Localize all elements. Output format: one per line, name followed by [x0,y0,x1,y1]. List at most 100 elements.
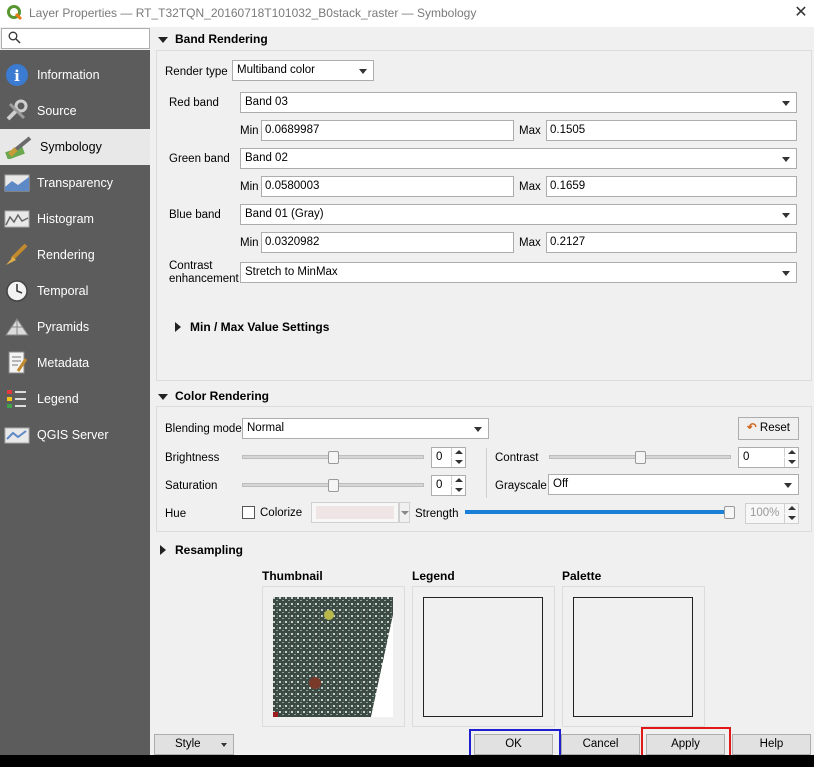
palette-preview [573,597,693,717]
sidebar-item-qgis-server[interactable]: QGIS Server [0,417,150,453]
legend-label: Legend [412,569,455,583]
legend-preview [423,597,543,717]
brightness-slider-handle[interactable] [327,451,339,464]
red-band-select[interactable]: Band 03 [240,92,797,113]
sidebar-item-label: Metadata [37,356,90,370]
expand-arrow-icon[interactable] [175,322,181,332]
apply-button[interactable]: Apply [646,734,725,755]
contrast-enhancement-select[interactable]: Stretch to MinMax [240,262,797,283]
red-max-label: Max [519,125,541,137]
color-menu-button[interactable] [399,502,410,523]
color-rendering-heading[interactable]: Color Rendering [175,389,269,403]
colorize-label: Colorize [260,507,303,519]
help-button[interactable]: Help [732,734,811,755]
sidebar-item-label: Source [37,104,77,118]
sidebar-item-rendering[interactable]: Rendering [0,237,150,273]
symbology-brush-icon [4,135,32,160]
brightness-spinbox[interactable]: 0 [431,447,466,468]
sidebar-item-legend[interactable]: Legend [0,381,150,417]
thumbnail-label: Thumbnail [262,569,323,583]
style-label: Style [175,738,201,750]
sidebar-item-symbology[interactable]: Symbology [0,129,150,165]
green-min-field[interactable]: 0.0580003 [261,176,514,197]
minmax-settings-heading[interactable]: Min / Max Value Settings [190,320,329,334]
clock-icon [4,279,30,303]
sidebar-item-label: Symbology [40,140,102,154]
qgis-logo-icon [7,5,23,24]
sidebar-item-label: Rendering [37,248,95,262]
blue-max-label: Max [519,237,541,249]
grayscale-select[interactable]: Off [548,474,799,495]
sidebar-item-label: Legend [37,392,79,406]
green-max-field[interactable]: 0.1659 [546,176,797,197]
saturation-spinbox[interactable]: 0 [431,475,466,496]
blue-band-label: Blue band [169,209,221,221]
colorize-checkbox[interactable] [242,506,255,519]
red-min-field[interactable]: 0.0689987 [261,120,514,141]
band-rendering-heading[interactable]: Band Rendering [175,32,268,46]
blue-band-select[interactable]: Band 01 (Gray) [240,204,797,225]
expand-arrow-icon[interactable] [160,545,166,555]
sidebar-item-information[interactable]: i Information [0,57,150,93]
sidebar-item-histogram[interactable]: Histogram [0,201,150,237]
strength-slider-handle[interactable] [724,506,735,519]
search-input[interactable] [1,28,150,49]
red-min-label: Min [240,125,259,137]
saturation-slider-handle[interactable] [327,479,339,492]
sidebar-item-label: Histogram [37,212,94,226]
strength-label: Strength [415,508,459,520]
thumbnail-frame [262,586,405,727]
window-title: Layer Properties — RT_T32TQN_20160718T10… [29,6,477,20]
contrast-label: Contrast [495,452,539,464]
info-icon: i [4,63,30,87]
sidebar-item-source[interactable]: Source [0,93,150,129]
divider [486,448,487,498]
close-icon[interactable]: ✕ [790,2,812,24]
palette-frame [562,586,705,727]
reset-label: Reset [759,422,790,434]
blue-min-field[interactable]: 0.0320982 [261,232,514,253]
reset-button[interactable]: ↶ Reset [738,417,799,440]
cancel-button[interactable]: Cancel [561,734,640,755]
collapse-arrow-icon[interactable] [158,394,168,400]
raster-thumbnail-image [273,597,393,717]
red-max-field[interactable]: 0.1505 [546,120,797,141]
sidebar-item-label: Pyramids [37,320,90,334]
strength-spinbox[interactable]: 100% [745,503,799,524]
render-type-select[interactable]: Multiband color [232,60,374,81]
green-min-label: Min [240,181,259,193]
sidebar-item-label: Information [37,68,100,82]
blue-max-field[interactable]: 0.2127 [546,232,797,253]
green-band-select[interactable]: Band 02 [240,148,797,169]
sidebar-item-metadata[interactable]: Metadata [0,345,150,381]
sidebar-item-label: Transparency [37,176,113,190]
palette-label: Palette [562,569,602,583]
sidebar-item-temporal[interactable]: Temporal [0,273,150,309]
style-button[interactable]: Style [154,734,234,755]
ok-button[interactable]: OK [474,734,553,755]
sidebar-item-transparency[interactable]: Transparency [0,165,150,201]
green-band-label: Green band [169,153,230,165]
colorize-color-button[interactable] [311,502,399,523]
chevron-down-icon [221,743,227,747]
blending-mode-label: Blending mode [165,423,242,435]
blending-mode-select[interactable]: Normal [242,418,489,439]
grayscale-label: Grayscale [495,480,547,492]
contrast-enhancement-label-line2: enhancement [169,273,239,285]
contrast-spinbox[interactable]: 0 [738,447,799,468]
search-icon [8,31,21,47]
legend-frame [412,586,555,727]
legend-icon [4,387,30,411]
metadata-icon [4,351,30,375]
resampling-heading[interactable]: Resampling [175,543,243,557]
qgis-server-icon [4,423,30,447]
bottom-edge [0,755,814,767]
sidebar-item-label: QGIS Server [37,428,109,442]
red-band-label: Red band [169,97,219,109]
sidebar-item-pyramids[interactable]: Pyramids [0,309,150,345]
render-type-label: Render type [165,66,228,78]
contrast-enhancement-label: Contrast [169,260,213,272]
collapse-arrow-icon[interactable] [158,37,168,43]
contrast-slider-handle[interactable] [634,451,646,464]
green-max-label: Max [519,181,541,193]
